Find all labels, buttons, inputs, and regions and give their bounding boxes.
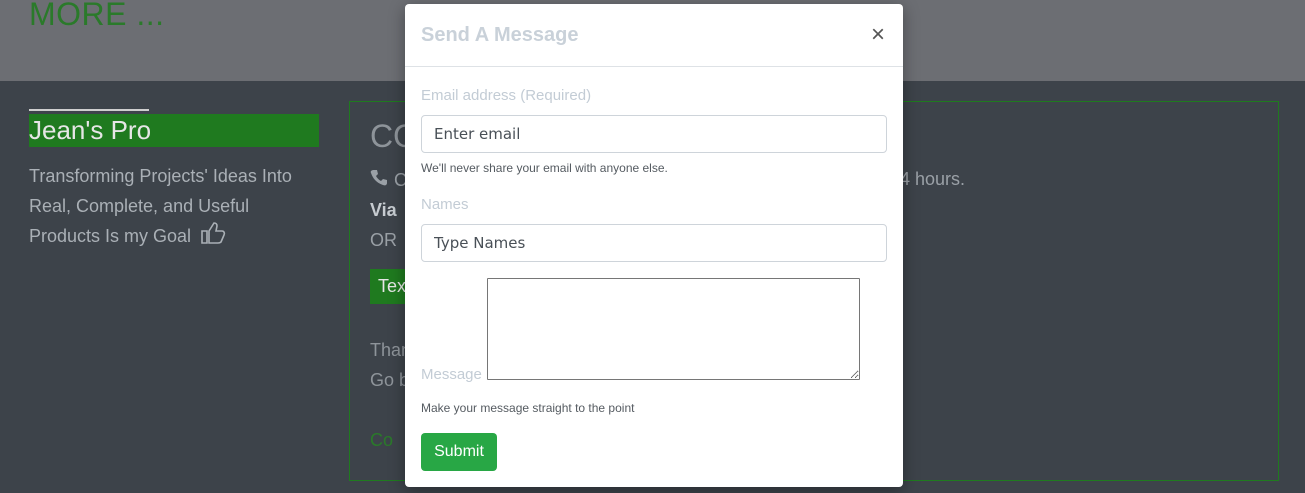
email-label: Email address (Required) (421, 87, 592, 104)
modal-header: Send A Message × (405, 4, 903, 67)
message-label: Message (421, 366, 482, 383)
more-title: MORE ... (29, 0, 165, 32)
submit-button[interactable]: Submit (421, 433, 497, 471)
message-help-text: Make your message straight to the point (421, 401, 635, 415)
close-icon[interactable]: × (867, 20, 889, 50)
contact-via: Via (370, 200, 397, 220)
contact-hours: 4 hours. (900, 169, 966, 189)
names-field[interactable] (421, 224, 887, 262)
email-field[interactable] (421, 115, 887, 153)
thumbs-up-icon (200, 221, 226, 254)
message-textarea[interactable] (487, 278, 860, 380)
contact-phone-line: C (370, 169, 407, 192)
profile-tagline: Transforming Projects' Ideas Into Real, … (29, 161, 319, 254)
contact-or: OR (370, 230, 397, 250)
profile-tagline-text: Transforming Projects' Ideas Into Real, … (29, 166, 292, 246)
email-help-text: We'll never share your email with anyone… (421, 161, 668, 175)
contact-link[interactable]: Co (370, 430, 393, 451)
phone-icon (370, 169, 388, 192)
names-label: Names (421, 196, 469, 213)
profile-divider (29, 109, 149, 111)
contact-goback: Go b (370, 370, 410, 390)
modal-title: Send A Message (421, 24, 579, 46)
send-message-modal: Send A Message × Email address (Required… (405, 4, 903, 487)
profile-name: Jean's Pro (29, 114, 319, 147)
profile-section: Jean's Pro Transforming Projects' Ideas … (29, 109, 319, 254)
